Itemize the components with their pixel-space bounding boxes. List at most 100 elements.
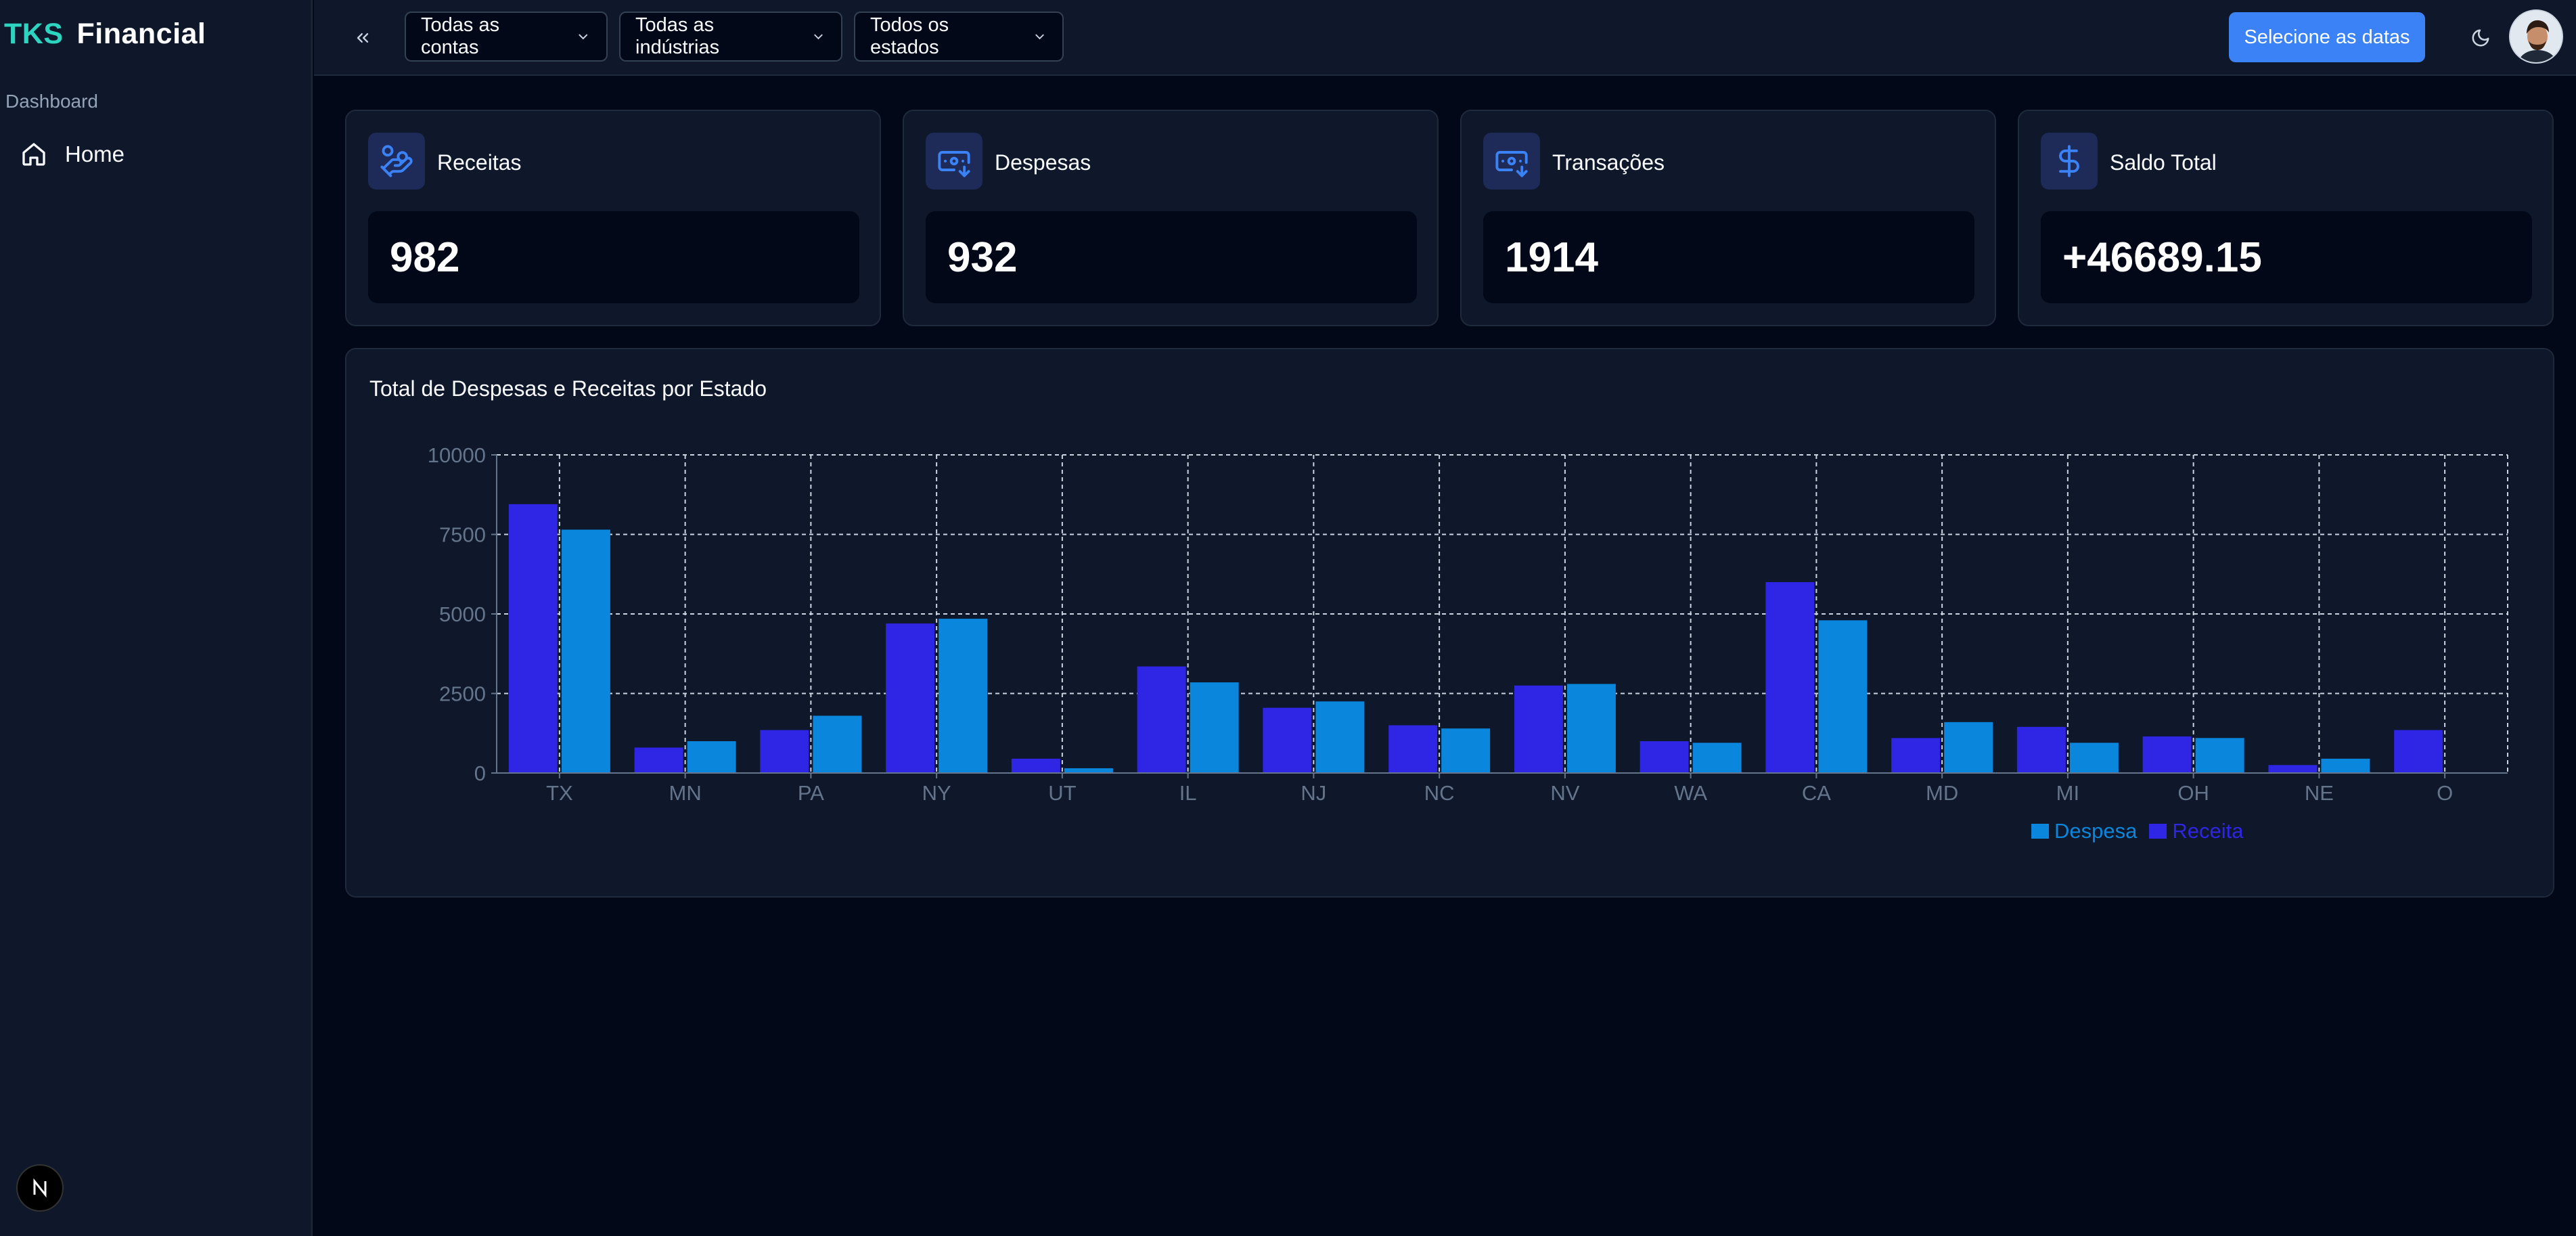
chevron-down-icon <box>1035 34 1044 40</box>
n-logo-icon <box>33 1178 47 1198</box>
chevrons-left-icon <box>357 33 369 43</box>
x-tick-label: IL <box>1179 781 1197 805</box>
legend-item-receita[interactable]: Receita <box>2149 819 2243 843</box>
bar-receita-nj <box>1263 707 1312 773</box>
card-despesas: Despesas 932 <box>903 110 1439 326</box>
topbar: Todas as contas Todas as indústrias Todo… <box>314 0 2576 76</box>
bar-despesa-ne <box>2321 758 2370 773</box>
bar-receita-mn <box>634 747 683 773</box>
legend-label-despesa: Despesa <box>2054 819 2138 843</box>
bar-despesa-ut <box>1064 768 1113 773</box>
bar-receita-nv <box>1514 685 1563 773</box>
bar-receita-pa <box>760 730 809 773</box>
bar-receita-oh <box>2142 736 2192 773</box>
x-tick-label: NC <box>1424 781 1455 805</box>
x-tick-label: TX <box>546 781 573 805</box>
filter-accounts-label: Todas as contas <box>421 14 500 58</box>
x-tick-label: NV <box>1550 781 1579 805</box>
bar-despesa-ny <box>939 619 988 773</box>
bar-despesa-nc <box>1441 728 1491 773</box>
y-tick-label: 2500 <box>439 682 486 706</box>
x-tick-label: WA <box>1674 781 1707 805</box>
bar-receita-o <box>2394 730 2443 773</box>
card-value: 1914 <box>1483 211 1974 303</box>
x-tick-label: MD <box>1926 781 1958 805</box>
sidebar-item-home[interactable]: Home <box>11 133 295 176</box>
x-tick-label: OH <box>2177 781 2209 805</box>
bar-receita-ne <box>2268 765 2318 773</box>
framework-badge-icon[interactable] <box>16 1164 64 1212</box>
app-root: TKS Financial Dashboard Home Todas as con… <box>0 0 2576 1236</box>
sidebar: TKS Financial Dashboard Home <box>0 0 313 1236</box>
filter-states-select[interactable]: Todos os estados <box>854 12 1064 62</box>
bar-receita-mi <box>2016 726 2066 773</box>
card-transacoes: Transações 1914 <box>1460 110 1996 326</box>
bar-despesa-tx <box>561 529 610 773</box>
brand-part-1: TKS <box>4 18 64 50</box>
banknote-arrow-down-icon <box>1483 133 1540 190</box>
x-tick-label: NY <box>922 781 951 805</box>
card-title: Transações <box>1552 150 1665 175</box>
chart-legend: Despesa Receita <box>2031 819 2255 843</box>
chart-card: Total de Despesas e Receitas por Estado … <box>345 348 2554 898</box>
x-tick-label: MN <box>669 781 702 805</box>
bar-chart: 0 2500 5000 7500 10000 TX MN PA NY UT IL NJ NC NV WA CA… <box>428 443 2508 805</box>
bar-receita-ca <box>1765 582 1815 773</box>
x-tick-label: O <box>2437 781 2453 805</box>
x-tick-label: MI <box>2056 781 2079 805</box>
filter-industries-label: Todas as indústrias <box>635 14 720 58</box>
legend-item-despesa[interactable]: Despesa <box>2031 819 2137 843</box>
bar-despesa-nv <box>1566 684 1616 773</box>
collapse-sidebar-button[interactable] <box>348 23 378 53</box>
legend-swatch-receita <box>2149 824 2167 839</box>
x-tick-label: NJ <box>1301 781 1326 805</box>
y-tick-label: 0 <box>474 762 486 785</box>
bar-receita-il <box>1137 666 1186 773</box>
bar-receita-wa <box>1640 741 1689 773</box>
bar-receita-nc <box>1388 725 1438 773</box>
card-title: Despesas <box>995 150 1091 175</box>
bar-despesa-nj <box>1315 701 1365 773</box>
moon-icon <box>2472 29 2489 47</box>
bar-despesa-il <box>1190 682 1239 773</box>
sidebar-item-label: Home <box>65 141 125 167</box>
card-saldo-total: Saldo Total +46689.15 <box>2018 110 2554 326</box>
theme-toggle-button[interactable] <box>2464 22 2497 54</box>
bar-despesa-oh <box>2195 738 2244 773</box>
brand-part-2: Financial <box>76 18 206 50</box>
dollar-sign-icon <box>2041 133 2098 190</box>
bar-receita-md <box>1891 738 1941 773</box>
y-tick-label: 10000 <box>428 443 486 467</box>
card-value: 932 <box>926 211 1417 303</box>
select-dates-button[interactable]: Selecione as datas <box>2229 12 2425 62</box>
filter-industries-select[interactable]: Todas as indústrias <box>619 12 842 62</box>
bar-despesa-mi <box>2069 743 2119 773</box>
home-icon <box>22 143 45 166</box>
hand-coins-icon <box>368 133 425 190</box>
brand-logo[interactable]: TKS Financial <box>4 18 206 51</box>
x-tick-label: NE <box>2305 781 2334 805</box>
bar-despesa-wa <box>1692 743 1742 773</box>
legend-swatch-despesa <box>2031 824 2049 839</box>
banknote-arrow-down-icon <box>926 133 982 190</box>
card-title: Receitas <box>437 150 522 175</box>
x-tick-label: UT <box>1048 781 1076 805</box>
bar-despesa-pa <box>813 715 862 773</box>
bar-despesa-ca <box>1818 620 1868 773</box>
bar-receita-tx <box>508 504 558 773</box>
chevron-down-icon <box>579 34 588 40</box>
x-tick-label: CA <box>1802 781 1831 805</box>
filter-states-label: Todos os estados <box>870 14 949 58</box>
card-value: 982 <box>368 211 859 303</box>
y-tick-label: 5000 <box>439 602 486 626</box>
card-title: Saldo Total <box>2110 150 2217 175</box>
user-avatar[interactable] <box>2509 9 2563 64</box>
card-value: +46689.15 <box>2041 211 2532 303</box>
card-receitas: Receitas 982 <box>345 110 881 326</box>
bar-despesa-mn <box>687 741 736 773</box>
x-tick-label: PA <box>798 781 824 805</box>
sidebar-section-dashboard: Dashboard <box>5 91 98 112</box>
filter-accounts-select[interactable]: Todas as contas <box>405 12 608 62</box>
chevron-down-icon <box>814 34 823 40</box>
bar-despesa-md <box>1944 722 1993 773</box>
